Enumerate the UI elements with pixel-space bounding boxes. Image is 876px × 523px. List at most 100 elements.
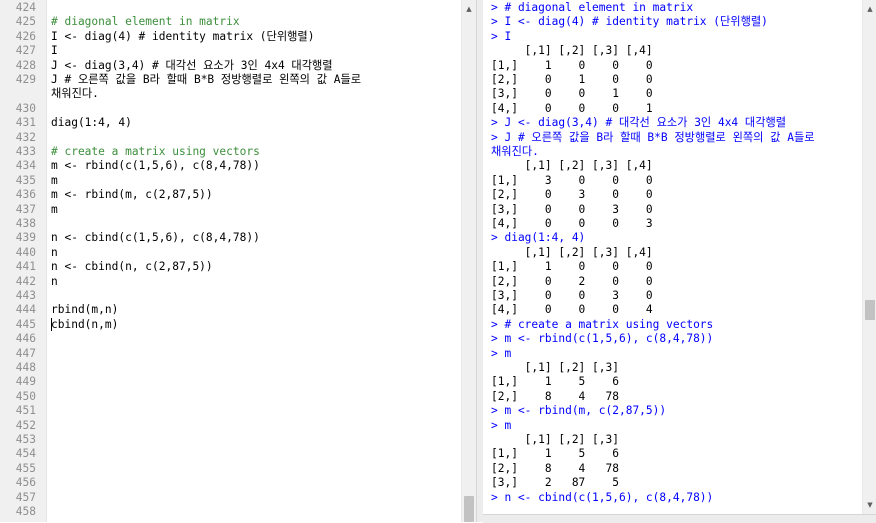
console-output-line: [1,] 1 5 6: [491, 447, 619, 461]
editor-line[interactable]: 444 rbind(m,n): [0, 303, 460, 317]
r-console[interactable]: > # diagonal element in matrix > I <- dia…: [483, 0, 862, 514]
code-text: 채워진다.: [51, 87, 99, 101]
editor-scroll-thumb[interactable]: [464, 496, 474, 522]
scroll-down-arrow-icon[interactable]: ▼: [863, 498, 876, 512]
code-text: I: [51, 44, 58, 58]
code-text: m: [51, 202, 58, 216]
console-output-line: [1,] 3 0 0 0: [491, 173, 653, 187]
console-input-line: 채워진다.: [491, 145, 539, 158]
console-input-line: > I <- diag(4) # identity matrix (단위행렬): [491, 15, 768, 29]
editor-line[interactable]: 428 J <- diag(3,4) # 대각선 요소가 3인 4x4 대각행렬: [0, 59, 460, 73]
editor-line[interactable]: 457: [0, 491, 460, 505]
line-number: 430: [15, 101, 36, 115]
editor-line[interactable]: 442 n: [0, 275, 460, 289]
console-output-line: [2,] 0 3 0 0: [491, 188, 653, 202]
line-number: 427: [15, 44, 36, 58]
console-output-line: [,1] [,2] [,3]: [491, 361, 619, 374]
line-number: 426: [15, 29, 36, 43]
editor-line[interactable]: 436 m <- rbind(m, c(2,87,5)): [0, 188, 460, 202]
editor-line[interactable]: 440 n: [0, 246, 460, 260]
text-cursor: [51, 318, 52, 331]
code-text: m <- rbind(m, c(2,87,5)): [51, 188, 213, 202]
console-input-line: > I: [491, 29, 512, 43]
editor-line[interactable]: 449: [0, 375, 460, 389]
editor-line[interactable]: 443: [0, 289, 460, 303]
editor-line[interactable]: 455: [0, 462, 460, 476]
line-number: 447: [15, 346, 36, 360]
editor-line[interactable]: 426 I <- diag(4) # identity matrix (단위행렬): [0, 30, 460, 44]
editor-line[interactable]: 439 n <- cbind(c(1,5,6), c(8,4,78)): [0, 231, 460, 245]
editor-line[interactable]: 437 m: [0, 203, 460, 217]
console-output-line: [4,] 0 0 0 3: [491, 217, 653, 230]
line-number: 424: [15, 1, 36, 14]
editor-line[interactable]: 432: [0, 131, 460, 145]
code-text: n <- cbind(n, c(2,87,5)): [51, 260, 213, 274]
editor-line[interactable]: 433 # create a matrix using vectors: [0, 145, 460, 159]
editor-line[interactable]: 438: [0, 217, 460, 231]
console-scroll-thumb[interactable]: [865, 300, 875, 320]
editor-line[interactable]: 458: [0, 505, 460, 519]
editor-line[interactable]: 447: [0, 347, 460, 361]
editor-line[interactable]: 454: [0, 447, 460, 461]
editor-line[interactable]: 430: [0, 102, 460, 116]
editor-line[interactable]: 448: [0, 361, 460, 375]
code-editor[interactable]: 424 425 # diagonal element in matrix 426 I <…: [0, 0, 462, 522]
console-output-line: [2,] 8 4 78: [491, 461, 619, 475]
editor-line[interactable]: 425 # diagonal element in matrix: [0, 15, 460, 29]
console-output-line: [3,] 2 87 5: [491, 476, 619, 490]
line-number: 444: [15, 303, 36, 317]
line-number: 436: [15, 188, 36, 202]
editor-line[interactable]: 채워진다.: [0, 87, 460, 101]
console-input-line: > n <- cbind(c(1,5,6), c(8,4,78)): [491, 490, 714, 504]
line-number: 433: [15, 145, 36, 158]
console-input-line: > m: [491, 418, 512, 432]
console-output-line: [2,] 8 4 78: [491, 389, 619, 403]
line-number: 434: [15, 159, 36, 173]
editor-vertical-scrollbar[interactable]: ▲: [461, 0, 476, 522]
editor-line[interactable]: 435 m: [0, 174, 460, 188]
line-number: 442: [15, 274, 36, 288]
line-number: 456: [15, 476, 36, 490]
console-output-line: [,1] [,2] [,3] [,4]: [491, 44, 653, 58]
line-number: 429: [15, 73, 36, 86]
editor-line[interactable]: 441 n <- cbind(n, c(2,87,5)): [0, 260, 460, 274]
code-text: J # 오른쪽 값을 B라 할때 B*B 정방행렬로 왼쪽의 값 A들로: [51, 73, 362, 86]
editor-line[interactable]: 451: [0, 404, 460, 418]
console-output-line: [4,] 0 0 0 4: [491, 303, 653, 317]
line-number: 446: [15, 332, 36, 346]
line-number: 454: [15, 447, 36, 461]
console-output-line: [,1] [,2] [,3]: [491, 433, 619, 446]
editor-line[interactable]: 427 I: [0, 44, 460, 58]
editor-line[interactable]: 429 J # 오른쪽 값을 B라 할때 B*B 정방행렬로 왼쪽의 값 A들로: [0, 73, 460, 87]
editor-line[interactable]: 450: [0, 390, 460, 404]
editor-line[interactable]: 453: [0, 433, 460, 447]
console-output-line: [1,] 1 0 0 0: [491, 58, 653, 72]
console-output-line: [,1] [,2] [,3] [,4]: [491, 245, 653, 259]
line-number: 438: [15, 217, 36, 230]
scroll-up-arrow-icon[interactable]: ▲: [863, 2, 876, 16]
line-number: 425: [15, 15, 36, 29]
editor-line[interactable]: 445 cbind(n,m): [0, 318, 460, 332]
console-output-line: [1,] 1 0 0 0: [491, 260, 653, 274]
console-output-line: [1,] 1 5 6: [491, 375, 619, 389]
line-number: 457: [15, 490, 36, 504]
console-input-line: > J <- diag(3,4) # 대각선 요소가 3인 4x4 대각행렬: [491, 116, 787, 130]
editor-line[interactable]: 424: [0, 1, 460, 15]
line-number: 428: [15, 58, 36, 72]
editor-line[interactable]: 431 diag(1:4, 4): [0, 116, 460, 130]
code-text: m: [51, 173, 58, 187]
line-number: 449: [15, 375, 36, 389]
editor-line[interactable]: 456: [0, 476, 460, 490]
console-output-line: [,1] [,2] [,3] [,4]: [491, 159, 653, 173]
console-vertical-scrollbar[interactable]: ▲ ▼: [862, 0, 876, 514]
editor-line[interactable]: 434 m <- rbind(c(1,5,6), c(8,4,78)): [0, 159, 460, 173]
scroll-up-arrow-icon[interactable]: ▲: [462, 2, 476, 16]
line-number: 451: [15, 404, 36, 418]
line-number: 455: [15, 461, 36, 475]
code-text: diag(1:4, 4): [51, 116, 132, 130]
line-number: 440: [15, 245, 36, 259]
code-text: # diagonal element in matrix: [51, 15, 240, 29]
line-number: 453: [15, 433, 36, 446]
editor-line[interactable]: 446: [0, 332, 460, 346]
editor-line[interactable]: 452: [0, 419, 460, 433]
